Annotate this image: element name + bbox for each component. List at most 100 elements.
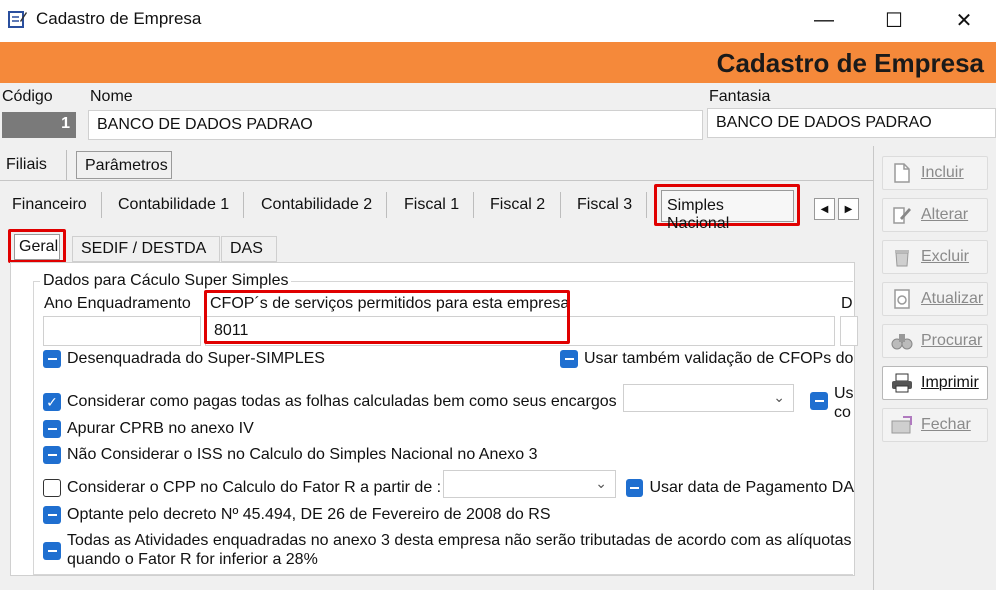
actions-sidebar: Incluir Alterar Excluir Atualizar Procur… [873, 146, 996, 590]
nao-considerar-iss-label: Não Considerar o ISS no Calculo do Simpl… [67, 446, 538, 463]
usar-data-pagamento-option[interactable]: Usar data de Pagamento DA [626, 479, 854, 497]
tab-baseline [0, 180, 873, 181]
fantasia-label: Fantasia [709, 88, 771, 105]
tab-fiscal-1[interactable]: Fiscal 1 [404, 196, 459, 214]
fechar-label: Fechar [921, 416, 971, 433]
tab-financeiro[interactable]: Financeiro [12, 196, 87, 214]
maximize-button[interactable]: ☐ [870, 0, 918, 40]
atualizar-label: Atualizar [921, 290, 984, 307]
window-title: Cadastro de Empresa [36, 9, 202, 28]
tab-fiscal-2[interactable]: Fiscal 2 [490, 196, 545, 214]
tab-scroll-left-button[interactable]: ◀ [814, 198, 835, 220]
cfop-highlight [204, 290, 570, 344]
ano-enquadramento-field[interactable] [43, 316, 201, 346]
apurar-cprb-option[interactable]: Apurar CPRB no anexo IV [43, 420, 254, 438]
codigo-field[interactable]: 1 [2, 112, 76, 138]
edit-document-icon [889, 204, 915, 226]
app-form-icon [8, 9, 28, 29]
chevron-down-icon: ⌄ [773, 389, 785, 405]
printer-icon [889, 372, 915, 394]
tab-separator [243, 192, 244, 218]
new-document-icon [889, 162, 915, 184]
alterar-label: Alterar [921, 206, 969, 223]
tab-divider [66, 150, 67, 180]
considerar-folhas-checkbox[interactable] [43, 393, 61, 411]
imprimir-button[interactable]: Imprimir [882, 366, 988, 400]
excluir-button[interactable]: Excluir [882, 240, 988, 274]
usar-data-pagamento-label: Usar data de Pagamento DA [649, 479, 854, 496]
considerar-folhas-label: Considerar como pagas todas as folhas ca… [67, 393, 617, 410]
optante-decreto-checkbox[interactable] [43, 506, 61, 524]
considerar-cpp-option[interactable]: Considerar o CPP no Calculo do Fator R a… [43, 479, 441, 497]
tab-scroll-right-button[interactable]: ▶ [838, 198, 859, 220]
page-header: Cadastro de Empresa [0, 42, 996, 83]
nome-label: Nome [90, 88, 133, 105]
imprimir-label: Imprimir [921, 374, 979, 391]
close-button[interactable]: ✕ [940, 0, 988, 40]
tab-geral-label: Geral [19, 238, 59, 255]
procurar-button[interactable]: Procurar [882, 324, 988, 358]
fechar-button[interactable]: Fechar [882, 408, 988, 442]
cpp-date-combo[interactable]: ⌄ [443, 470, 616, 498]
considerar-cpp-label: Considerar o CPP no Calculo do Fator R a… [67, 479, 442, 496]
apurar-cprb-label: Apurar CPRB no anexo IV [67, 420, 254, 437]
us-label-line-2: co [834, 404, 851, 421]
alterar-button[interactable]: Alterar [882, 198, 988, 232]
title-bar: Cadastro de Empresa — ☐ ✕ [0, 0, 996, 42]
chevron-down-icon: ⌄ [595, 475, 607, 491]
minimize-button[interactable]: — [800, 0, 848, 40]
tab-contabilidade-1[interactable]: Contabilidade 1 [118, 196, 229, 214]
tab-separator [646, 192, 647, 218]
optante-decreto-option[interactable]: Optante pelo decreto Nº 45.494, DE 26 de… [43, 506, 550, 524]
tab-parametros-label: Parâmetros [85, 157, 168, 174]
todas-atividades-line-2: quando o Fator R for inferior a 28% [67, 551, 318, 568]
codigo-label: Código [2, 88, 53, 105]
considerar-cpp-checkbox[interactable] [43, 479, 61, 497]
tab-contabilidade-2[interactable]: Contabilidade 2 [261, 196, 372, 214]
usar-validacao-option[interactable]: Usar também validação de CFOPs do [560, 350, 854, 368]
todas-atividades-label: Todas as Atividades enquadradas no anexo… [67, 531, 853, 569]
todas-atividades-checkbox-wrap[interactable] [43, 542, 61, 560]
fantasia-field[interactable]: BANCO DE DADOS PADRAO [707, 108, 996, 138]
nome-field[interactable]: BANCO DE DADOS PADRAO [88, 110, 703, 140]
nao-considerar-iss-checkbox[interactable] [43, 446, 61, 464]
nao-considerar-iss-option[interactable]: Não Considerar o ISS no Calculo do Simpl… [43, 446, 538, 464]
tab-separator [560, 192, 561, 218]
procurar-label: Procurar [921, 332, 983, 349]
tab-geral[interactable]: Geral [14, 234, 60, 260]
tab-simples-nacional[interactable]: Simples Nacional [661, 190, 794, 232]
tab-parametros[interactable]: Parâmetros [76, 151, 172, 179]
groupbox-title: Dados para Cáculo Super Simples [40, 272, 292, 290]
apurar-cprb-checkbox[interactable] [43, 420, 61, 438]
us-label-line-1: Us [834, 385, 854, 402]
usar-data-pagamento-checkbox[interactable] [626, 479, 644, 497]
us-option[interactable] [810, 392, 828, 410]
desenquadrada-label: Desenquadrada do Super-SIMPLES [67, 350, 325, 367]
desenquadrada-option[interactable]: Desenquadrada do Super-SIMPLES [43, 350, 325, 368]
page-title: Cadastro de Empresa [716, 48, 984, 78]
considerar-folhas-option[interactable]: Considerar como pagas todas as folhas ca… [43, 393, 617, 411]
todas-atividades-checkbox[interactable] [43, 542, 61, 560]
d-label: D [841, 295, 853, 312]
tab-separator [386, 192, 387, 218]
desenquadrada-checkbox[interactable] [43, 350, 61, 368]
tab-fiscal-3[interactable]: Fiscal 3 [577, 196, 632, 214]
incluir-label: Incluir [921, 164, 964, 181]
tab-das[interactable]: DAS [221, 236, 277, 262]
tab-das-label: DAS [230, 240, 263, 257]
optante-decreto-label: Optante pelo decreto Nº 45.494, DE 26 de… [67, 506, 551, 523]
tab-filiais[interactable]: Filiais [6, 156, 47, 174]
usar-validacao-label: Usar também validação de CFOPs do [584, 350, 854, 367]
tab-separator [473, 192, 474, 218]
binoculars-icon [889, 330, 915, 352]
atualizar-button[interactable]: Atualizar [882, 282, 988, 316]
folhas-combo[interactable]: ⌄ [623, 384, 794, 412]
usar-validacao-checkbox[interactable] [560, 350, 578, 368]
tab-sedif-destda[interactable]: SEDIF / DESTDA [72, 236, 220, 262]
us-checkbox[interactable] [810, 392, 828, 410]
d-field[interactable] [840, 316, 858, 346]
incluir-button[interactable]: Incluir [882, 156, 988, 190]
trash-icon [889, 246, 915, 268]
ano-enquadramento-label: Ano Enquadramento [44, 295, 191, 312]
excluir-label: Excluir [921, 248, 970, 265]
